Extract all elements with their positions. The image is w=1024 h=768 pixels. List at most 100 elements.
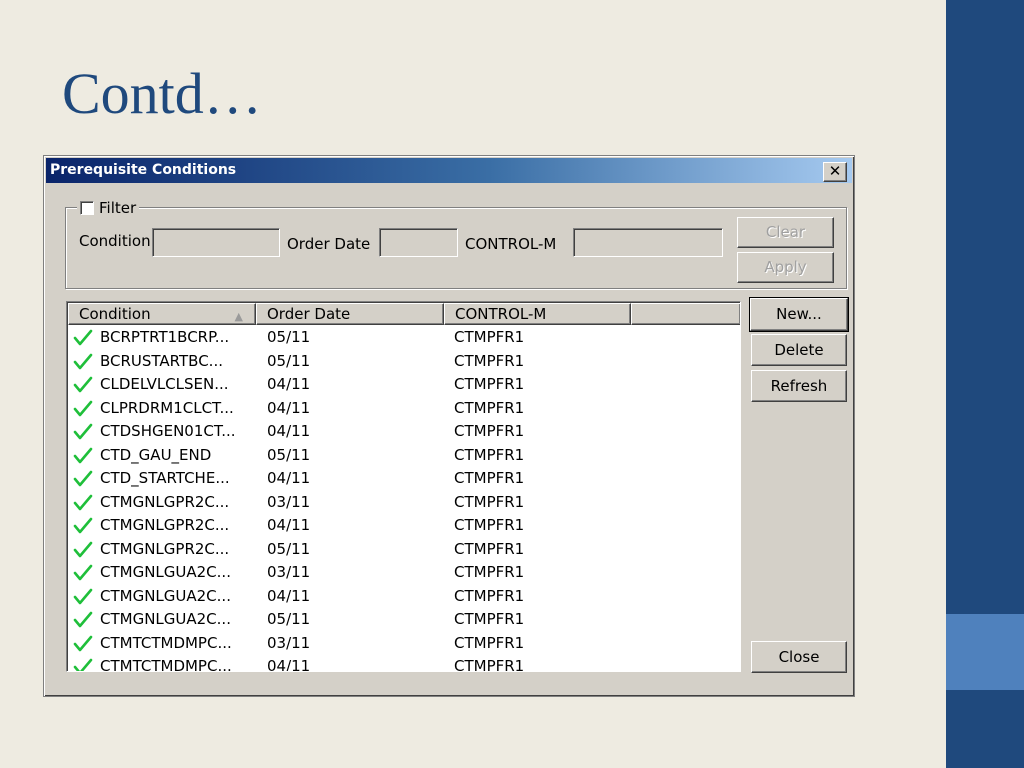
condition-filter-input[interactable] — [152, 228, 280, 257]
table-row[interactable]: CTMTCTMDMPC... 04/11 CTMPFR1 — [68, 655, 718, 672]
cell-condition: CTMGNLGPR2C... — [100, 539, 230, 558]
checkmark-icon — [72, 373, 94, 396]
filter-checkbox-group[interactable]: Filter — [77, 199, 140, 217]
prerequisite-conditions-dialog: Prerequisite Conditions ✕ Filter Conditi… — [43, 155, 855, 697]
close-icon[interactable]: ✕ — [823, 162, 847, 182]
order-date-filter-input[interactable] — [379, 228, 458, 257]
checkmark-icon — [72, 467, 94, 490]
cell-condition: CTMGNLGPR2C... — [100, 492, 230, 511]
list-header: Condition ▲ Order Date CONTROL-M — [68, 303, 740, 325]
table-row[interactable]: CTMGNLGPR2C... 03/11 CTMPFR1 — [68, 491, 718, 515]
cell-condition: CTMGNLGUA2C... — [100, 610, 231, 628]
delete-button[interactable]: Delete — [751, 334, 847, 366]
column-header-controlm[interactable]: CONTROL-M — [444, 303, 631, 325]
controlm-filter-input[interactable] — [573, 228, 723, 257]
cell-condition: BCRUSTARTBC... — [100, 351, 223, 370]
new-button[interactable]: New... — [749, 297, 849, 332]
table-row[interactable]: CTMGNLGPR2C... 05/11 CTMPFR1 — [68, 538, 718, 562]
cell-condition: CTMGNLGUA2C... — [100, 563, 231, 581]
checkmark-icon — [72, 350, 94, 373]
cell-condition: CTMTCTMDMPC... — [100, 657, 232, 672]
filter-checkbox[interactable] — [80, 201, 94, 215]
checkmark-icon — [72, 397, 94, 420]
filter-label: Filter — [99, 199, 137, 217]
condition-label: Condition — [79, 232, 151, 250]
table-row[interactable]: CLDELVLCLSEN... 04/11 CTMPFR1 — [68, 373, 718, 397]
cell-condition: CTDSHGEN01CT... — [100, 422, 236, 440]
checkmark-icon — [72, 561, 94, 584]
clear-button[interactable]: Clear — [737, 217, 834, 248]
vertical-scrollbar[interactable]: ▲ ▼ — [740, 303, 741, 670]
cell-controlm: CTMPFR1 — [454, 328, 525, 346]
checkmark-icon — [72, 514, 94, 537]
sort-ascending-icon: ▲ — [234, 310, 243, 323]
table-row[interactable]: CTMGNLGUA2C... 05/11 CTMPFR1 — [68, 608, 718, 632]
cell-order-date: 04/11 — [267, 422, 311, 440]
cell-controlm: CTMPFR1 — [454, 563, 525, 581]
cell-condition: CTMTCTMDMPC... — [100, 633, 232, 652]
cell-condition: BCRPTRT1BCRP... — [100, 328, 230, 346]
cell-order-date: 03/11 — [267, 633, 311, 652]
cell-controlm: CTMPFR1 — [454, 445, 525, 464]
cell-order-date: 04/11 — [267, 586, 311, 605]
cell-order-date: 04/11 — [267, 398, 311, 417]
cell-order-date: 04/11 — [267, 516, 311, 534]
cell-order-date: 05/11 — [267, 351, 311, 370]
conditions-list[interactable]: Condition ▲ Order Date CONTROL-M BCRPTRT… — [66, 301, 741, 672]
checkmark-icon — [72, 491, 94, 514]
cell-controlm: CTMPFR1 — [454, 422, 525, 440]
table-row[interactable]: CTDSHGEN01CT... 04/11 CTMPFR1 — [68, 420, 718, 444]
checkmark-icon — [72, 655, 94, 671]
slide-title: Contd… — [62, 61, 262, 126]
cell-controlm: CTMPFR1 — [454, 539, 525, 558]
checkmark-icon — [72, 608, 94, 631]
cell-order-date: 04/11 — [267, 657, 311, 672]
order-date-label: Order Date — [287, 235, 371, 253]
column-header-extra[interactable] — [631, 303, 740, 325]
cell-condition: CLDELVLCLSEN... — [100, 375, 229, 393]
table-row[interactable]: CTMTCTMDMPC... 03/11 CTMPFR1 — [68, 632, 718, 656]
checkmark-icon — [72, 444, 94, 467]
scroll-up-icon[interactable]: ▲ — [740, 303, 741, 323]
refresh-button[interactable]: Refresh — [751, 370, 847, 402]
table-row[interactable]: CTD_STARTCHE... 04/11 CTMPFR1 — [68, 467, 718, 491]
table-row[interactable]: BCRPTRT1BCRP... 05/11 CTMPFR1 — [68, 326, 718, 350]
table-row[interactable]: CTMGNLGPR2C... 04/11 CTMPFR1 — [68, 514, 718, 538]
cell-controlm: CTMPFR1 — [454, 586, 525, 605]
cell-controlm: CTMPFR1 — [454, 398, 525, 417]
cell-controlm: CTMPFR1 — [454, 657, 525, 672]
checkmark-icon — [72, 632, 94, 655]
controlm-label: CONTROL-M — [465, 235, 557, 253]
table-row[interactable]: CTD_GAU_END 05/11 CTMPFR1 — [68, 444, 718, 468]
table-row[interactable]: CLPRDRM1CLCT... 04/11 CTMPFR1 — [68, 397, 718, 421]
cell-order-date: 04/11 — [267, 469, 311, 487]
slide-side-accent — [946, 614, 1024, 690]
close-button[interactable]: Close — [751, 641, 847, 673]
table-row[interactable]: CTMGNLGUA2C... 03/11 CTMPFR1 — [68, 561, 718, 585]
dialog-titlebar: Prerequisite Conditions ✕ — [46, 158, 852, 183]
cell-controlm: CTMPFR1 — [454, 351, 525, 370]
column-header-condition[interactable]: Condition ▲ — [68, 303, 256, 325]
cell-order-date: 03/11 — [267, 492, 311, 511]
cell-condition: CTD_STARTCHE... — [100, 469, 230, 487]
cell-controlm: CTMPFR1 — [454, 633, 525, 652]
apply-button[interactable]: Apply — [737, 252, 834, 283]
cell-controlm: CTMPFR1 — [454, 469, 525, 487]
cell-order-date: 05/11 — [267, 539, 311, 558]
cell-controlm: CTMPFR1 — [454, 610, 525, 628]
cell-condition: CLPRDRM1CLCT... — [100, 398, 234, 417]
cell-controlm: CTMPFR1 — [454, 375, 525, 393]
table-row[interactable]: CTMGNLGUA2C... 04/11 CTMPFR1 — [68, 585, 718, 609]
column-header-condition-label: Condition — [79, 305, 151, 323]
scroll-down-icon[interactable]: ▼ — [740, 650, 741, 670]
cell-order-date: 05/11 — [267, 610, 311, 628]
scroll-thumb[interactable] — [740, 323, 741, 335]
cell-condition: CTMGNLGPR2C... — [100, 516, 230, 534]
column-header-order-date[interactable]: Order Date — [256, 303, 444, 325]
cell-order-date: 05/11 — [267, 328, 311, 346]
checkmark-icon — [72, 420, 94, 443]
table-row[interactable]: BCRUSTARTBC... 05/11 CTMPFR1 — [68, 350, 718, 374]
cell-controlm: CTMPFR1 — [454, 492, 525, 511]
cell-order-date: 03/11 — [267, 563, 311, 581]
cell-order-date: 05/11 — [267, 445, 311, 464]
